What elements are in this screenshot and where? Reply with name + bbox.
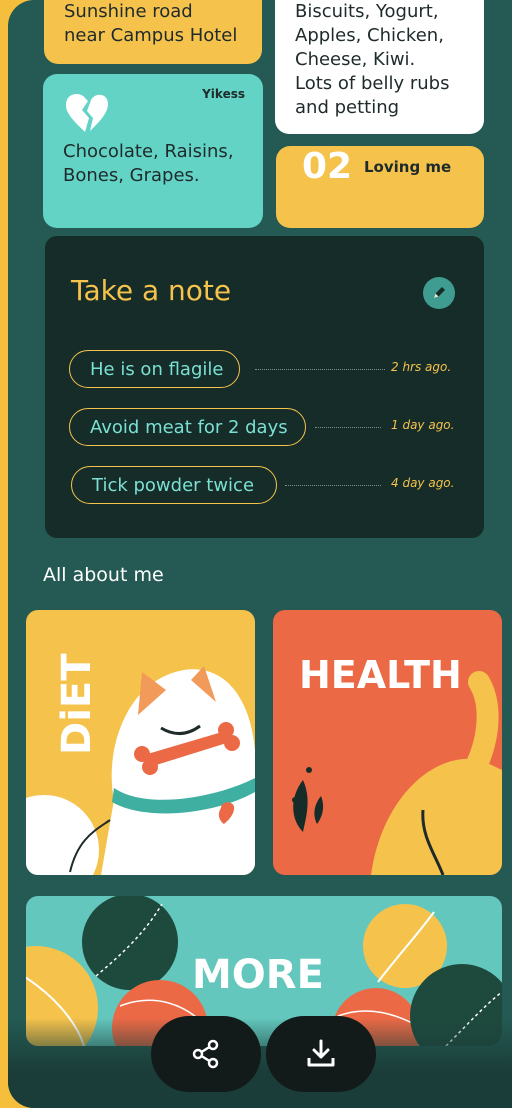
diet-dog-illustration: DiET bbox=[26, 653, 255, 875]
note-divider bbox=[285, 485, 381, 486]
dislikes-badge: Yikess bbox=[202, 87, 245, 101]
dislikes-text: Chocolate, Raisins, Bones, Grapes. bbox=[63, 140, 234, 188]
favorites-line-1: Biscuits, Yogurt, bbox=[295, 1, 439, 22]
note-title: Take a note bbox=[71, 274, 232, 307]
bottom-action-bar bbox=[8, 1018, 512, 1108]
dislikes-line-2: Bones, Grapes. bbox=[63, 165, 200, 186]
favorites-card[interactable]: Biscuits, Yogurt, Apples, Chicken, Chees… bbox=[275, 0, 484, 134]
share-button[interactable] bbox=[151, 1016, 261, 1092]
dislikes-line-1: Chocolate, Raisins, bbox=[63, 141, 234, 162]
loving-card[interactable]: 02 Loving me bbox=[276, 146, 484, 228]
note-item-time: 2 hrs ago. bbox=[391, 360, 452, 374]
section-title: All about me bbox=[43, 564, 164, 586]
health-dog-illustration: HEALTH bbox=[292, 653, 502, 875]
location-card[interactable]: Sunshine road near Campus Hotel bbox=[44, 0, 262, 64]
note-item-text: He is on flagile bbox=[69, 350, 240, 388]
note-divider bbox=[315, 427, 381, 428]
location-line-1: Sunshine road bbox=[64, 1, 193, 22]
edit-note-button[interactable] bbox=[423, 277, 455, 309]
note-item[interactable]: Avoid meat for 2 days 1 day ago. bbox=[45, 408, 484, 450]
favorites-line-2: Apples, Chicken, bbox=[295, 25, 444, 46]
note-item[interactable]: He is on flagile 2 hrs ago. bbox=[45, 350, 484, 392]
health-tile[interactable]: HEALTH bbox=[273, 610, 502, 875]
diet-label: DiET bbox=[54, 653, 100, 755]
more-label: MORE bbox=[192, 952, 324, 998]
dislikes-card[interactable]: Yikess Chocolate, Raisins, Bones, Grapes… bbox=[43, 74, 263, 228]
download-button[interactable] bbox=[266, 1016, 376, 1092]
loving-number: 02 bbox=[302, 146, 353, 187]
broken-heart-icon bbox=[65, 94, 108, 132]
note-item[interactable]: Tick powder twice 4 day ago. bbox=[45, 466, 484, 508]
note-item-text: Avoid meat for 2 days bbox=[69, 408, 306, 446]
note-item-time: 4 day ago. bbox=[391, 476, 455, 490]
favorites-line-3: Cheese, Kiwi. bbox=[295, 49, 416, 70]
health-label: HEALTH bbox=[299, 653, 462, 697]
note-panel: Take a note He is on flagile 2 hrs ago. … bbox=[45, 236, 484, 538]
download-icon bbox=[307, 1039, 335, 1067]
note-item-text: Tick powder twice bbox=[71, 466, 277, 504]
loving-label: Loving me bbox=[364, 158, 452, 176]
note-divider bbox=[255, 369, 385, 370]
location-line-2: near Campus Hotel bbox=[64, 25, 238, 46]
note-item-time: 1 day ago. bbox=[391, 418, 455, 432]
phone-screen: Sunshine road near Campus Hotel Biscuits… bbox=[8, 0, 512, 1108]
favorites-line-4: Lots of belly rubs bbox=[295, 73, 450, 94]
pencil-icon bbox=[434, 287, 445, 298]
diet-tile[interactable]: DiET bbox=[26, 610, 255, 875]
favorites-line-5: and petting bbox=[295, 97, 400, 118]
share-icon bbox=[192, 1039, 219, 1069]
